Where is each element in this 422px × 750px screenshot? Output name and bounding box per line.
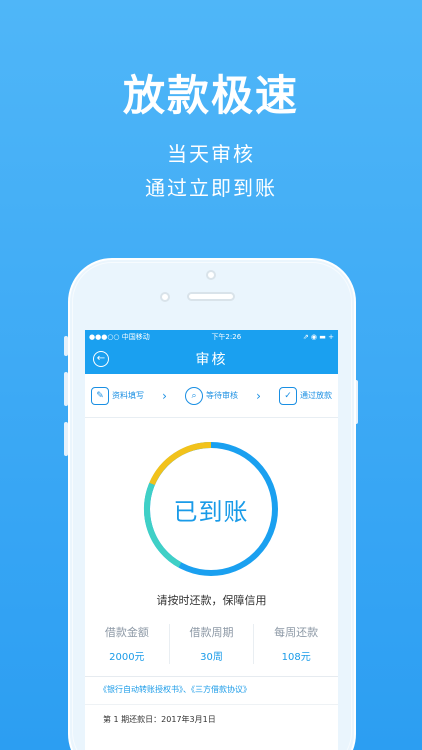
search-review-icon: ⌕ (185, 386, 203, 405)
status-label: 已到账 (173, 498, 249, 526)
approved-check-icon: ✓ (279, 386, 297, 405)
progress-steps: ✎ 资料填写 › ⌕ 等待审核 › ✓ 通过放款 (85, 374, 338, 418)
divider (85, 676, 338, 677)
step-wait-review: ⌕ 等待审核 (185, 386, 238, 405)
metric-label: 借款周期 (189, 626, 234, 639)
step-fill-info: ✎ 资料填写 (91, 386, 144, 405)
metric-value: 30周 (200, 652, 223, 663)
status-bar: ●●●○○ 中国移动 下午2:26 ⇗ ◉ ▬ + (85, 330, 338, 344)
phone-screen: ●●●○○ 中国移动 下午2:26 ⇗ ◉ ▬ + ← 审核 ✎ 资料填写 › … (85, 330, 338, 750)
loan-metrics: 借款金额 2000元 借款周期 30周 每周还款 108元 (85, 624, 338, 664)
metric-label: 每周还款 (274, 626, 319, 639)
metric-loan-period: 借款周期 30周 (170, 624, 255, 664)
phone-camera-icon (206, 270, 216, 280)
promo-line-2: 通过立即到账 (145, 176, 277, 200)
metric-loan-amount: 借款金额 2000元 (85, 624, 170, 664)
status-carrier: ●●●○○ 中国移动 (89, 333, 150, 341)
page-title: 审核 (195, 352, 228, 368)
agreement-link[interactable]: 《银行自动转账授权书》、《三方借款协议》 (99, 684, 251, 695)
metric-label: 借款金额 (104, 626, 149, 639)
status-right-icons: ⇗ ◉ ▬ + (302, 333, 334, 341)
phone-speaker-icon (187, 292, 235, 301)
nav-bar: ← 审核 (85, 344, 338, 374)
repayment-date: 第 1 期还款日：2017年3月1日 (103, 715, 216, 724)
divider (85, 704, 338, 705)
edit-form-icon: ✎ (91, 386, 109, 405)
back-arrow-icon[interactable]: ← (93, 351, 109, 367)
step-label: 资料填写 (112, 391, 144, 400)
step-label: 通过放款 (300, 391, 332, 400)
repayment-notice: 请按时还款，保障信用 (156, 594, 267, 607)
promo-line-1: 当天审核 (167, 142, 255, 166)
step-approved: ✓ 通过放款 (279, 386, 332, 405)
promo-headline: 放款极速 (122, 71, 299, 120)
chevron-right-icon: › (162, 388, 167, 403)
step-label: 等待审核 (206, 391, 238, 400)
phone-sensor-icon (160, 292, 170, 302)
status-time: 下午2:26 (211, 333, 242, 341)
metric-value: 2000元 (109, 652, 145, 663)
chevron-right-icon: › (256, 388, 261, 403)
metric-value: 108元 (281, 652, 311, 663)
metric-weekly-repayment: 每周还款 108元 (254, 624, 338, 664)
status-ring: 已到账 (142, 440, 280, 578)
